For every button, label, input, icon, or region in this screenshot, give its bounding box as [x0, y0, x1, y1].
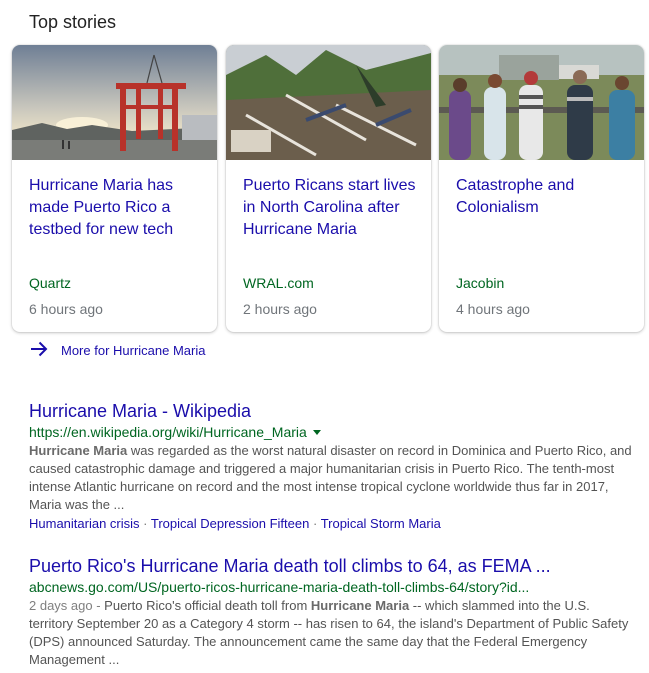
- story-source: Jacobin: [456, 275, 505, 291]
- snippet-highlight: Hurricane Maria: [310, 598, 410, 613]
- result-date: 2 days ago: [29, 598, 93, 613]
- result-title[interactable]: Puerto Rico's Hurricane Maria death toll…: [29, 555, 633, 577]
- snippet-text: Puerto Rico's official death toll from: [104, 598, 311, 613]
- story-card[interactable]: Hurricane Maria has made Puerto Rico a t…: [12, 45, 217, 332]
- top-stories-carousel: Hurricane Maria has made Puerto Rico a t…: [12, 45, 644, 333]
- result-url-text: https://en.wikipedia.org/wiki/Hurricane_…: [29, 424, 307, 440]
- story-card[interactable]: Puerto Ricans start lives in North Carol…: [226, 45, 431, 332]
- story-time: 6 hours ago: [29, 301, 103, 317]
- top-stories-title: Top stories: [29, 12, 117, 32]
- date-separator: -: [92, 598, 105, 613]
- storm-debris-photo: [226, 45, 431, 160]
- people-watching-photo: [439, 45, 644, 160]
- story-headline[interactable]: Puerto Ricans start lives in North Carol…: [243, 175, 419, 241]
- arrow-right-icon: [31, 341, 48, 357]
- result-title[interactable]: Hurricane Maria - Wikipedia: [29, 400, 633, 422]
- sitelinks: Humanitarian crisis · Tropical Depressio…: [29, 515, 633, 533]
- sitelink-tropical-depression-fifteen[interactable]: Tropical Depression Fifteen: [151, 516, 309, 531]
- red-crane-photo: [12, 45, 217, 160]
- story-time: 2 hours ago: [243, 301, 317, 317]
- search-result: Puerto Rico's Hurricane Maria death toll…: [29, 555, 633, 669]
- sitelink-separator: ·: [139, 516, 151, 531]
- result-snippet: Hurricane Maria was regarded as the wors…: [29, 442, 633, 514]
- story-card[interactable]: Catastrophe and Colonialism Jacobin 4 ho…: [439, 45, 644, 332]
- sitelink-separator: ·: [309, 516, 321, 531]
- story-source: Quartz: [29, 275, 72, 291]
- caret-down-icon[interactable]: [312, 430, 321, 435]
- more-stories-label[interactable]: More for Hurricane Maria: [61, 343, 206, 358]
- result-snippet: 2 days ago - Puerto Rico's official deat…: [29, 597, 633, 669]
- story-headline[interactable]: Hurricane Maria has made Puerto Rico a t…: [29, 175, 205, 241]
- result-url: https://en.wikipedia.org/wiki/Hurricane_…: [29, 423, 633, 441]
- search-result: Hurricane Maria - Wikipedia https://en.w…: [29, 400, 633, 533]
- story-source: WRAL.com: [243, 275, 314, 291]
- story-time: 4 hours ago: [456, 301, 530, 317]
- sitelink-tropical-storm-maria[interactable]: Tropical Storm Maria: [321, 516, 441, 531]
- story-headline[interactable]: Catastrophe and Colonialism: [456, 175, 632, 219]
- result-url: abcnews.go.com/US/puerto-ricos-hurricane…: [29, 579, 530, 595]
- sitelink-humanitarian-crisis[interactable]: Humanitarian crisis: [29, 516, 140, 531]
- snippet-highlight: Hurricane Maria: [29, 443, 128, 458]
